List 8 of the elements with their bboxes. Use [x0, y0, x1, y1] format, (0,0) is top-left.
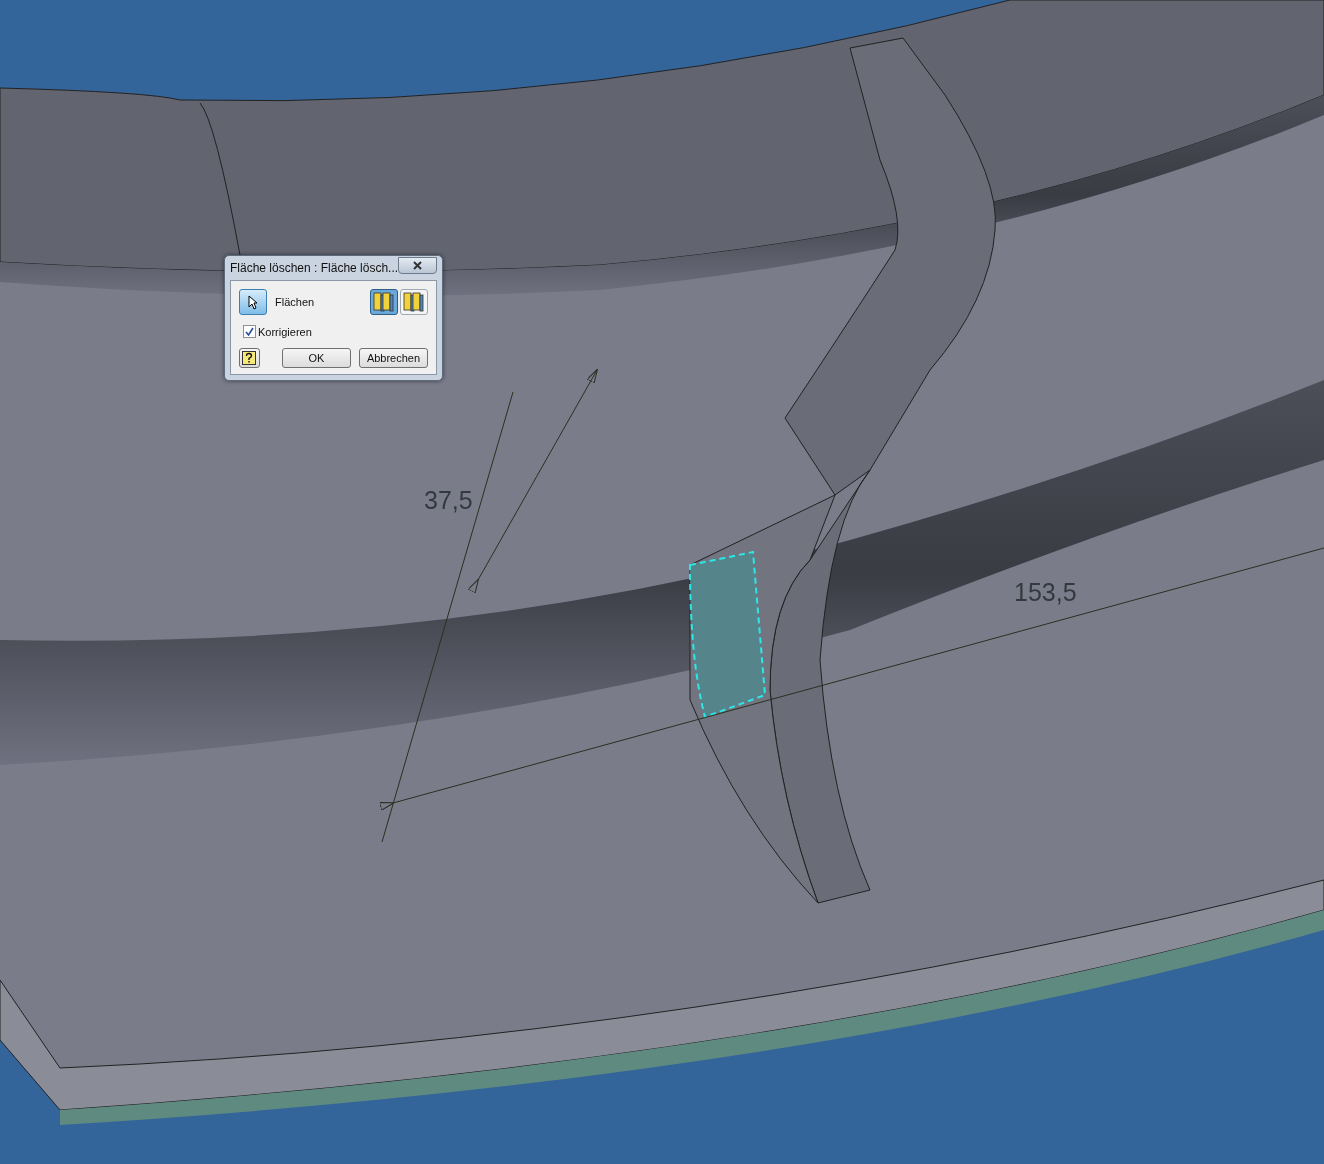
- window-title: Fläche löschen : Fläche lösch...: [230, 261, 399, 275]
- cancel-button[interactable]: Abbrechen: [358, 348, 428, 368]
- dimension-value: 153,5: [1014, 578, 1077, 607]
- ok-button[interactable]: OK: [281, 348, 351, 368]
- dimension-value: 37,5: [424, 486, 473, 515]
- select-label: Flächen: [275, 296, 315, 308]
- heal-checkbox[interactable]: Korrigieren: [239, 325, 428, 338]
- checkbox-label: Korrigieren: [258, 325, 312, 338]
